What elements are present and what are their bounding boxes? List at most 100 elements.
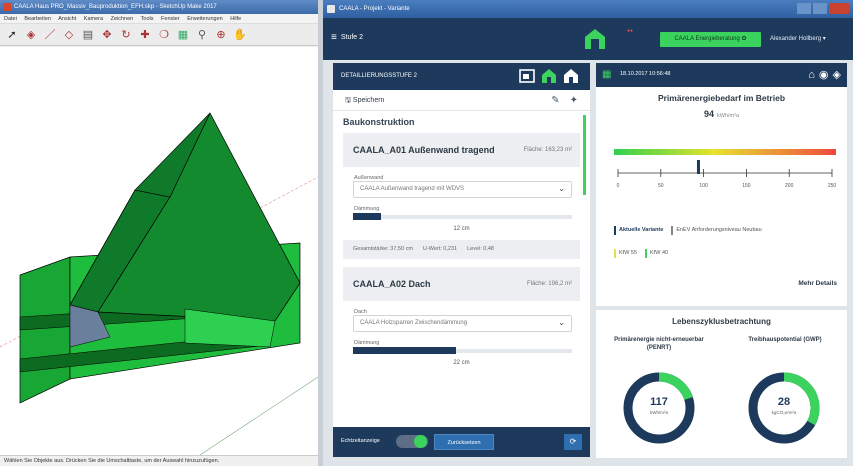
- target-icon[interactable]: ◈: [833, 67, 841, 83]
- sketchup-toolbar: ➚ ◈ ／ ◇ ▤ ✥ ↻ ✚ ❍ ▦ ⚲ ⊕ ✋: [0, 24, 318, 46]
- pin-icon[interactable]: ✦: [570, 90, 578, 111]
- component-name: CAALA_A02 Dach: [353, 279, 431, 289]
- caala-home-icon[interactable]: [584, 28, 606, 50]
- menu-datei[interactable]: Datei: [4, 16, 17, 22]
- warning-marker: ●●: [627, 28, 634, 34]
- scale-tick-label: 50: [658, 183, 664, 189]
- wall-type-select[interactable]: CAALA Außenwand tragend mit WDVS ⌄: [353, 181, 572, 198]
- scale-ticks: 0 50 100 150 200 250: [617, 169, 836, 189]
- shape-icon[interactable]: ◇: [61, 27, 77, 43]
- save-button[interactable]: 🖫 Speichern: [345, 90, 384, 111]
- select-value: CAALA Außenwand tragend mit WDVS: [360, 186, 465, 192]
- component-card-roof[interactable]: CAALA_A02 Dach Fläche: 196,2 m²: [343, 267, 580, 301]
- minimize-button[interactable]: [797, 3, 811, 14]
- slider-value: 22 cm: [453, 360, 470, 366]
- user-menu[interactable]: Alexander Hollberg ▾: [770, 32, 826, 47]
- menu-kamera[interactable]: Kamera: [84, 16, 103, 22]
- field-label: Dach: [354, 309, 367, 315]
- refresh-icon[interactable]: ⟳: [564, 434, 582, 450]
- pan-icon[interactable]: ✋: [232, 27, 248, 43]
- menu-zeichnen[interactable]: Zeichnen: [111, 16, 134, 22]
- rotate-icon[interactable]: ↻: [118, 27, 134, 43]
- house-green-icon[interactable]: [540, 67, 558, 85]
- menu-hilfe[interactable]: Hilfe: [230, 16, 241, 22]
- legend-kfw55: KfW 55: [614, 249, 637, 258]
- penrt-label: Primärenergie nicht-erneuerbar (PENRT): [614, 337, 704, 351]
- meta-thickness: Gesamtstärke: 37,50 cm: [353, 246, 413, 252]
- penrt-unit: kWh/m²a: [650, 410, 668, 415]
- grid-icon[interactable]: ▦: [602, 69, 611, 81]
- push-pull-icon[interactable]: ▤: [80, 27, 96, 43]
- scrollbar[interactable]: [583, 115, 586, 195]
- house-white-icon[interactable]: [562, 67, 580, 85]
- roof-type-select[interactable]: CAALA Holzsparren Zwischendämmung ⌄: [353, 315, 572, 332]
- menu-bearbeiten[interactable]: Bearbeiten: [24, 16, 51, 22]
- sketchup-viewport[interactable]: [0, 47, 318, 456]
- slider-track: [353, 215, 572, 219]
- lifecycle-panel: Lebenszyklusbetrachtung Primärenergie ni…: [596, 310, 847, 458]
- slider-value: 12 cm: [453, 226, 470, 232]
- image-icon[interactable]: [518, 67, 536, 85]
- insulation-slider-roof[interactable]: [353, 346, 572, 356]
- eraser-icon[interactable]: ◈: [23, 27, 39, 43]
- current-value-marker: [696, 160, 700, 174]
- caala-window: CAALA - Projekt - Variante ≡ Stufe 2 ●● …: [323, 0, 853, 466]
- scale-icon[interactable]: ✚: [137, 27, 153, 43]
- edit-icon[interactable]: ✎: [551, 90, 559, 111]
- caala-window-title: CAALA - Projekt - Variante: [339, 6, 410, 12]
- energy-consulting-label: CAALA Energieberatung: [674, 36, 740, 42]
- field-label: Dämmung: [354, 340, 380, 346]
- sketchup-app-icon: [3, 3, 11, 11]
- house-icon[interactable]: ⌂: [808, 67, 815, 83]
- leaf-icon[interactable]: ◉: [819, 67, 829, 83]
- chevron-down-icon: ⌄: [558, 318, 565, 327]
- save-bar: 🖫 Speichern ✎ ✦: [333, 90, 590, 111]
- menu-fenster[interactable]: Fenster: [161, 16, 180, 22]
- timestamp: 18.10.2017 10:56:48: [620, 71, 671, 77]
- move-icon[interactable]: ✥: [99, 27, 115, 43]
- penrt-donut: [623, 372, 695, 444]
- detail-panel-footer: Echtzeitanzeige Zurücksetzen ⟳: [333, 427, 590, 457]
- maximize-button[interactable]: [813, 3, 827, 14]
- detail-level-title: DETAILLIERUNGSSTUFE 2: [341, 73, 417, 79]
- scale-gradient: [614, 149, 836, 155]
- more-details-link[interactable]: Mehr Details: [798, 280, 837, 287]
- energy-value-row: 94 kWh/m²a: [596, 103, 847, 119]
- toggle-knob: [414, 435, 427, 448]
- close-button[interactable]: [829, 3, 849, 14]
- sketchup-titlebar: CAALA Haus PRO_Massiv_Bauproduktion_EFH.…: [0, 0, 318, 14]
- select-icon[interactable]: ➚: [4, 27, 20, 43]
- component-card-wall[interactable]: CAALA_A01 Außenwand tragend Fläche: 163,…: [343, 133, 580, 167]
- menu-tools[interactable]: Tools: [141, 16, 154, 22]
- gwp-label: Treibhauspotential (GWP): [748, 337, 822, 343]
- pencil-icon[interactable]: ／: [42, 27, 58, 43]
- gwp-value: 28: [777, 396, 791, 408]
- component-name: CAALA_A01 Außenwand tragend: [353, 145, 495, 155]
- house-model: [0, 112, 318, 456]
- scale-markers: [696, 160, 700, 174]
- realtime-toggle[interactable]: [396, 435, 428, 448]
- realtime-label: Echtzeitanzeige: [341, 438, 380, 444]
- menu-erweiterungen[interactable]: Erweiterungen: [187, 16, 222, 22]
- sketchup-menubar: Datei Bearbeiten Ansicht Kamera Zeichnen…: [0, 14, 318, 24]
- gwp-donut: [748, 372, 820, 444]
- menu-ansicht[interactable]: Ansicht: [58, 16, 76, 22]
- tape-icon[interactable]: ⚲: [194, 27, 210, 43]
- paint-icon[interactable]: ▦: [175, 27, 191, 43]
- orbit-icon[interactable]: ⊕: [213, 27, 229, 43]
- energy-title: Primärenergiebedarf im Betrieb: [657, 93, 786, 103]
- energy-consulting-button[interactable]: CAALA Energieberatung ✿: [660, 32, 761, 47]
- legend-row-1: Aktuelle Variante EnEV Anforderungsnivea…: [614, 226, 762, 235]
- stage-menu[interactable]: ≡ Stufe 2: [331, 31, 363, 45]
- legend-kfw40: KfW 40: [645, 249, 668, 258]
- insulation-slider-wall[interactable]: [353, 212, 572, 222]
- construction-list[interactable]: Baukonstruktion CAALA_A01 Außenwand trag…: [333, 111, 590, 425]
- energy-scale: 0 50 100 150 200 250: [614, 149, 836, 189]
- energy-unit: kWh/m²a: [717, 113, 739, 119]
- user-name: Alexander Hollberg: [770, 36, 822, 42]
- sketchup-window: CAALA Haus PRO_Massiv_Bauproduktion_EFH.…: [0, 0, 318, 466]
- slider-fill: [353, 347, 456, 354]
- reset-button[interactable]: Zurücksetzen: [434, 434, 494, 450]
- offset-icon[interactable]: ❍: [156, 27, 172, 43]
- gwp-unit: kgCO₂e/m²a: [771, 410, 797, 415]
